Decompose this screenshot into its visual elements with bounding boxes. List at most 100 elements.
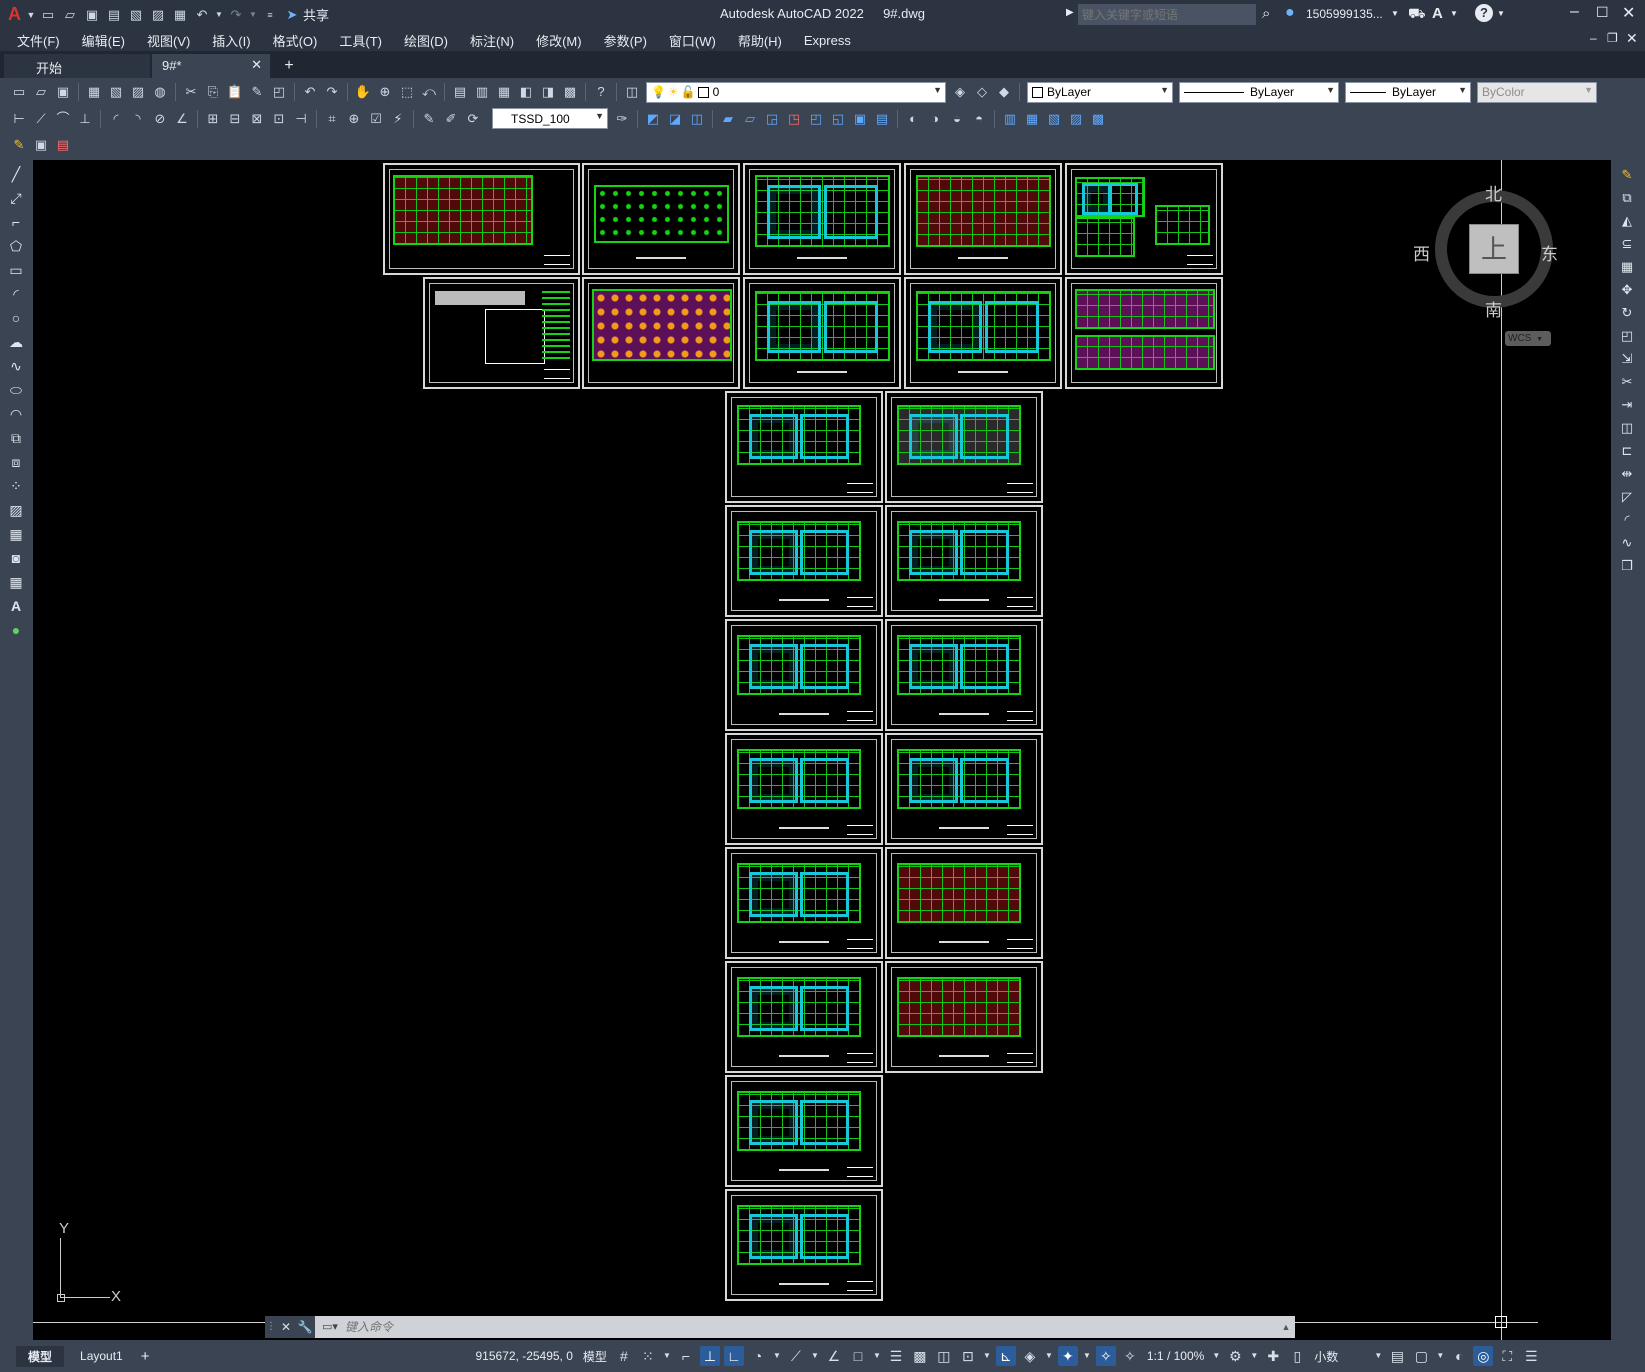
- lineweight-dropdown-icon[interactable]: ▼: [1458, 85, 1467, 95]
- units-dropdown-icon[interactable]: ▼: [1373, 1346, 1383, 1366]
- command-customize-icon[interactable]: 🔧: [295, 1316, 315, 1338]
- search-expand-icon[interactable]: ▶: [1066, 7, 1074, 18]
- grid-icon[interactable]: #: [614, 1346, 634, 1366]
- break-at-point-icon[interactable]: ◫: [1617, 417, 1637, 438]
- object-snap-tracking-icon[interactable]: ∠: [824, 1346, 844, 1366]
- tssd-tool-3-icon[interactable]: ◫: [687, 109, 707, 129]
- layer-thaw-icon[interactable]: ☀: [668, 85, 679, 99]
- linetype-combo[interactable]: ByLayer ▼: [1179, 81, 1339, 103]
- dimstyle-combo[interactable]: TSSD_100 ▼: [492, 108, 608, 129]
- cart-icon[interactable]: ⛟: [1408, 5, 1426, 24]
- qnew-icon[interactable]: ▭: [9, 82, 29, 102]
- tssd-tool-4-icon[interactable]: ▰: [718, 109, 738, 129]
- command-input[interactable]: [345, 1317, 1277, 1337]
- lineweight-display-icon[interactable]: ☰: [886, 1346, 906, 1366]
- dim-baseline-icon[interactable]: ⊟: [225, 109, 245, 129]
- maximize-icon[interactable]: ☐: [1596, 4, 1609, 21]
- workspace-dropdown-icon[interactable]: ▼: [1249, 1346, 1259, 1366]
- viewcube-east[interactable]: 东: [1541, 240, 1558, 265]
- viewcube-west[interactable]: 西: [1413, 240, 1430, 265]
- customization-icon[interactable]: ☰: [1521, 1346, 1541, 1366]
- linetype-dropdown-icon[interactable]: ▼: [1326, 85, 1335, 95]
- graphics-performance-icon[interactable]: ◎: [1473, 1346, 1494, 1366]
- app-dropdown-icon[interactable]: ▼: [1450, 9, 1458, 18]
- menu-help[interactable]: 帮助(H): [738, 31, 782, 50]
- explode-icon[interactable]: ❒: [1617, 555, 1637, 576]
- tssd-tool-14-icon[interactable]: ◒: [947, 109, 967, 129]
- close-icon[interactable]: ✕: [1622, 3, 1635, 23]
- quickcalc-icon[interactable]: ▩: [560, 82, 580, 102]
- 3d-osnap-icon[interactable]: ⊡: [958, 1346, 978, 1366]
- circle-icon[interactable]: ○: [6, 307, 26, 329]
- tssd-tool-13-icon[interactable]: ◑: [925, 109, 945, 129]
- save-icon[interactable]: ▣: [82, 5, 102, 25]
- selection-cycling-icon[interactable]: ◫: [934, 1346, 954, 1366]
- color-combo[interactable]: ByLayer ▼: [1027, 81, 1173, 103]
- dim-arc-icon[interactable]: ⌒: [53, 109, 73, 129]
- polygon-icon[interactable]: ⬠: [6, 235, 26, 257]
- user-name[interactable]: 1505999135...: [1306, 7, 1383, 21]
- command-scroll-icon[interactable]: ▲: [1277, 1322, 1295, 1332]
- tssd-tool-15-icon[interactable]: ◓: [969, 109, 989, 129]
- undo-icon[interactable]: ↶: [192, 5, 212, 25]
- redo-icon[interactable]: ↷: [226, 5, 246, 25]
- 3d-print-icon[interactable]: ◍: [150, 82, 170, 102]
- clean-screen-icon[interactable]: ⛶: [1497, 1346, 1517, 1366]
- isolate-objects-icon[interactable]: ◐: [1449, 1346, 1469, 1366]
- tssd-tool-10-icon[interactable]: ▣: [850, 109, 870, 129]
- dim-update-icon[interactable]: ⟳: [463, 109, 483, 129]
- cut-icon[interactable]: ✂: [181, 82, 201, 102]
- menu-tools[interactable]: 工具(T): [339, 31, 382, 50]
- layer-dropdown-icon[interactable]: ▼: [933, 85, 942, 95]
- dynamic-input-icon[interactable]: ⊥: [699, 1346, 720, 1366]
- extend-icon[interactable]: ⇥: [1617, 394, 1637, 415]
- layer-state-icon[interactable]: ◆: [994, 82, 1014, 102]
- share-icon[interactable]: ➤: [282, 5, 302, 25]
- fillet-icon[interactable]: ◜: [1617, 509, 1637, 530]
- menu-file[interactable]: 文件(F): [17, 31, 60, 50]
- tssd-tool-2-icon[interactable]: ◪: [665, 109, 685, 129]
- menu-insert[interactable]: 插入(I): [212, 31, 250, 50]
- search-icon[interactable]: ⌕: [1262, 5, 1270, 22]
- layer-previous-icon[interactable]: ◇: [972, 82, 992, 102]
- dim-ordinate-icon[interactable]: ⊥: [75, 109, 95, 129]
- tab-drawing[interactable]: 9#* ✕: [152, 54, 270, 78]
- match-prop-icon[interactable]: ✎: [247, 82, 267, 102]
- dim-aligned-icon[interactable]: ⟋: [31, 109, 51, 129]
- array-icon[interactable]: ▦: [1617, 256, 1637, 277]
- annotation-monitor-icon[interactable]: ✚: [1263, 1346, 1283, 1366]
- autodesk-app-icon[interactable]: A: [1432, 5, 1443, 22]
- isodraft-dropdown-icon[interactable]: ▼: [810, 1346, 820, 1366]
- coordinates-readout[interactable]: 915672, -25495, 0: [475, 1349, 572, 1363]
- customize-qat-icon[interactable]: ≡: [260, 5, 280, 25]
- 3d-osnap-dropdown-icon[interactable]: ▼: [982, 1346, 992, 1366]
- undo-tb-icon[interactable]: ↶: [300, 82, 320, 102]
- tolerance-icon[interactable]: ⌗: [322, 109, 342, 129]
- block-editor-icon[interactable]: ◰: [269, 82, 289, 102]
- tool-palettes-icon[interactable]: ▦: [494, 82, 514, 102]
- trim-icon[interactable]: ✂: [1617, 371, 1637, 392]
- sheet-set-icon[interactable]: ◧: [516, 82, 536, 102]
- undo-dropdown-icon[interactable]: ▼: [214, 5, 224, 25]
- rectangle-icon[interactable]: ▭: [6, 259, 26, 281]
- annotation-scale[interactable]: 1:1 / 100%: [1147, 1349, 1204, 1363]
- object-snap-icon[interactable]: □: [848, 1346, 868, 1366]
- add-selected-icon[interactable]: ●: [6, 619, 26, 641]
- layer-properties-icon[interactable]: ◫: [622, 82, 642, 102]
- tssd-tool-7-icon[interactable]: ◳: [784, 109, 804, 129]
- tab-start[interactable]: 开始: [4, 54, 150, 78]
- doc-restore-icon[interactable]: ❐: [1607, 31, 1618, 45]
- dimstyle-manager-icon[interactable]: ✑: [612, 109, 632, 129]
- properties-icon[interactable]: ▤: [450, 82, 470, 102]
- dim-radius-icon[interactable]: ◜: [106, 109, 126, 129]
- move-icon[interactable]: ✥: [1617, 279, 1637, 300]
- dim-edit-icon[interactable]: ✎: [419, 109, 439, 129]
- tssd-tool-6-icon[interactable]: ◲: [762, 109, 782, 129]
- transparency-icon[interactable]: ▩: [910, 1346, 930, 1366]
- user-dropdown-icon[interactable]: ▼: [1391, 9, 1399, 18]
- tssd-tool-18-icon[interactable]: ▧: [1044, 109, 1064, 129]
- layer-combo[interactable]: 💡 ☀ 🔓 0 ▼: [646, 81, 946, 103]
- arc-icon[interactable]: ◜: [6, 283, 26, 305]
- doc-close-icon[interactable]: ✕: [1626, 30, 1638, 47]
- infer-constraints-icon[interactable]: ⌐: [676, 1346, 696, 1366]
